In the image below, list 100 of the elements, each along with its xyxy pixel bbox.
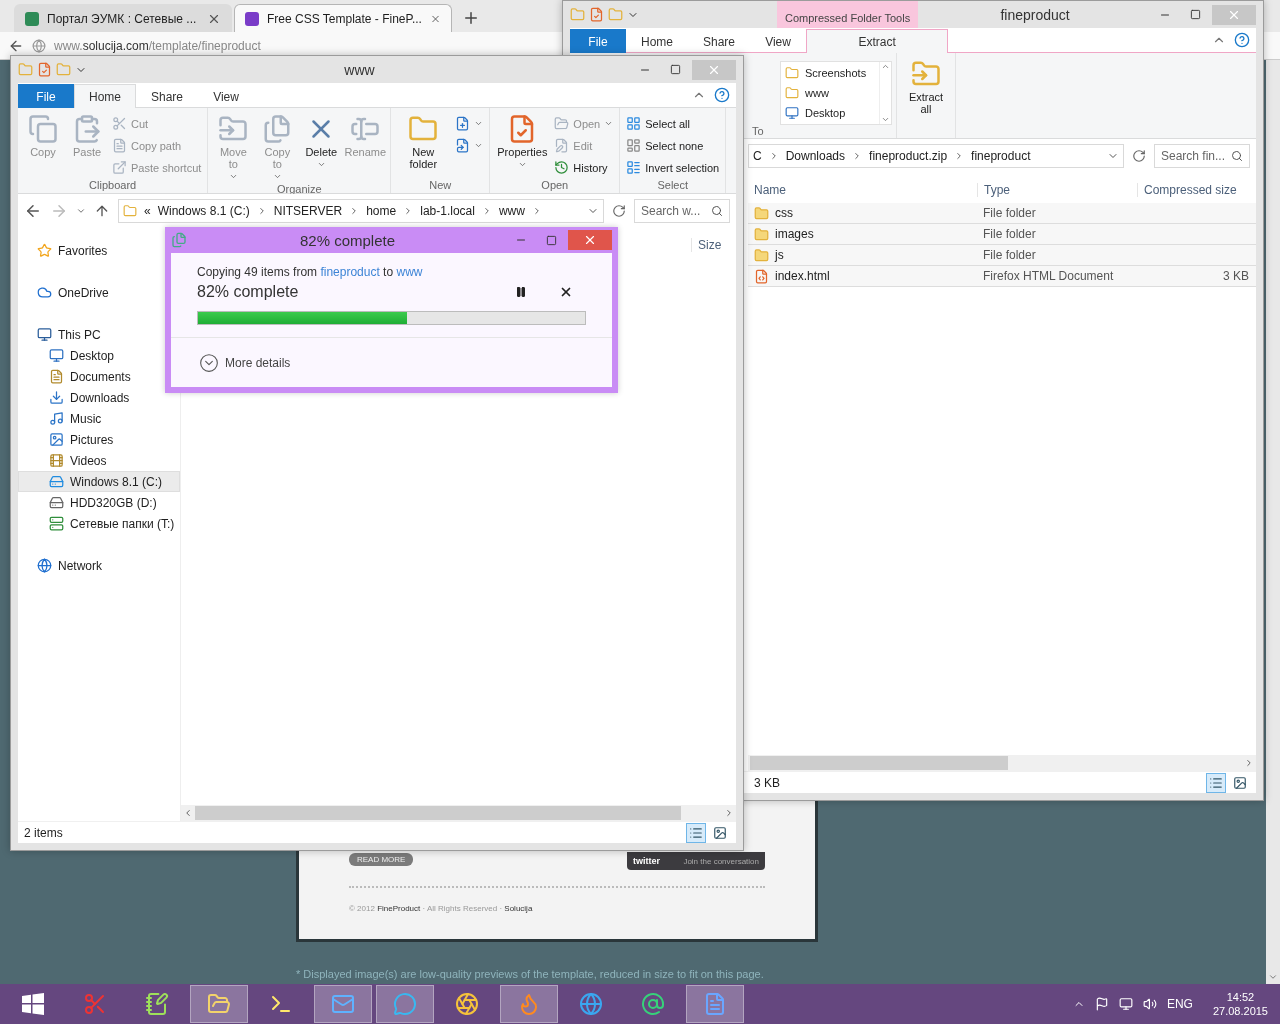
select-none-icon [626,138,642,153]
breadcrumb-item[interactable]: lab-1.local [420,204,475,218]
breadcrumb-item[interactable]: Downloads [785,149,846,163]
ribbon-button[interactable]: Properties [494,112,551,179]
horizontal-scrollbar[interactable] [748,755,1256,771]
at-sign-icon [641,992,665,1016]
breadcrumb-item[interactable]: NITSERVER [273,204,343,218]
ribbon-tab[interactable]: Home [74,84,136,108]
search-field[interactable]: Search fin... [1154,144,1250,168]
picture-icon [1233,775,1247,790]
breadcrumb-item[interactable]: home [366,204,397,218]
destination-item[interactable]: www [785,84,875,102]
column-header[interactable]: Name [748,183,977,197]
flag-icon [1094,997,1109,1011]
twitter-caption: Join the conversation [683,856,759,866]
nav-item[interactable]: Windows 8.1 (C:) [18,471,180,492]
destination-link[interactable]: www [396,265,423,279]
window-title: www [343,61,376,78]
list-icon [689,825,703,840]
up-icon [94,203,110,219]
cloud-icon [37,285,52,300]
horizontal-scrollbar[interactable] [181,805,736,821]
destination-list[interactable]: Screenshots www Desktop [780,61,892,125]
nav-item[interactable]: OneDrive [18,282,180,303]
destination-item[interactable]: Screenshots [785,64,875,82]
ribbon-tab[interactable]: View [750,29,807,53]
scroll-down-icon [881,115,890,124]
ribbon-tab[interactable]: View [198,84,255,108]
destination-item[interactable]: Desktop [785,104,875,122]
context-tab-label: Compressed Folder Tools [777,1,919,28]
details-view-button[interactable] [1206,772,1226,793]
site-icon [25,11,39,26]
ribbon-button[interactable]: Select all [624,114,722,133]
search-icon [1231,150,1243,162]
file-name[interactable]: css [748,205,977,221]
ribbon-tab[interactable]: Extract [806,29,949,53]
ribbon-tab[interactable]: File [570,29,626,53]
ribbon-tab[interactable]: Home [626,29,688,53]
ribbon-button[interactable]: History [552,158,616,177]
breadcrumb-item[interactable]: Windows 8.1 (C:) [157,204,250,218]
ribbon-button[interactable]: Invert selection [624,158,722,177]
easy-access-icon [455,138,471,153]
url-text[interactable]: www.solucija.com/template/fineproduct [54,38,261,53]
ribbon-button[interactable]: Delete [300,112,343,183]
nav-item[interactable]: Network [18,555,180,576]
address-bar[interactable]: « Windows 8.1 (C:) NITSERVER home lab-1.local www [118,199,604,223]
nav-item[interactable]: HDD320GB (D:) [18,492,180,513]
browser-tab[interactable]: Free CSS Template - FineP... [234,4,452,32]
nav-item[interactable]: Music [18,408,180,429]
nav-item[interactable]: Сетевые папки (T:) [18,513,180,534]
file-name[interactable]: js [748,247,977,263]
speaker-icon [1142,997,1157,1011]
details-view-button[interactable] [686,822,706,843]
ribbon-tab[interactable]: Share [136,84,199,108]
overflow-marker[interactable]: « [144,204,151,218]
dialog-title: 82% complete [298,231,397,249]
page-scrollbar[interactable] [1266,60,1280,984]
group-label: New [428,179,453,191]
html-file-icon [754,268,769,284]
nav-item[interactable]: Favorites [18,240,180,261]
nav-item[interactable]: Documents [18,366,180,387]
breadcrumb-item[interactable]: C [753,149,762,163]
folder-icon [785,66,799,80]
source-link[interactable]: fineproduct [320,265,380,279]
column-header[interactable]: Type [977,183,1137,197]
column-header[interactable]: Size [691,238,751,252]
breadcrumb-item[interactable]: fineproduct.zip [869,149,948,163]
status-text: 2 items [24,825,63,840]
breadcrumb-item[interactable]: www [498,204,525,218]
shortcut-icon [112,160,127,175]
ribbon-button[interactable]: New folder [395,112,452,179]
address-bar[interactable]: C Downloads fineproduct.zip fineproduct [748,144,1124,168]
path-icon [112,138,127,153]
browser-tab[interactable]: Портал ЭУМК : Сетевые ... [14,4,232,32]
ribbon-tab[interactable]: File [18,84,74,108]
ribbon-tab[interactable]: Share [688,29,751,53]
twitter-box[interactable]: twitter Join the conversation [627,852,765,870]
more-details-button[interactable]: More details [199,352,291,373]
file-name[interactable]: images [748,226,977,242]
copy-icon [28,114,58,144]
language-indicator[interactable]: ENG [1166,997,1193,1011]
extract-all-button[interactable]: Extract all [901,57,951,136]
group-label: Open [540,179,570,191]
ribbon-button[interactable]: Select none [624,136,722,155]
invert-selection-icon [626,160,642,175]
column-header[interactable]: Compressed size [1137,183,1253,197]
clock[interactable]: 14:52 27.08.2015 [1212,991,1268,1017]
scissors-icon [112,116,127,131]
scroll-right-icon [724,808,734,818]
nav-item[interactable]: Downloads [18,387,180,408]
nav-item[interactable]: Desktop [18,345,180,366]
nav-item[interactable]: Videos [18,450,180,471]
file-name[interactable]: index.html [748,268,977,284]
nav-item[interactable]: Pictures [18,429,180,450]
nav-item[interactable]: This PC [18,324,180,345]
breadcrumb-item[interactable]: fineproduct [971,149,1031,163]
computer-icon [37,327,52,342]
read-more-button[interactable]: READ MORE [349,853,414,866]
search-field[interactable]: Search w... [634,199,730,223]
windows-logo-icon[interactable] [21,992,45,1016]
